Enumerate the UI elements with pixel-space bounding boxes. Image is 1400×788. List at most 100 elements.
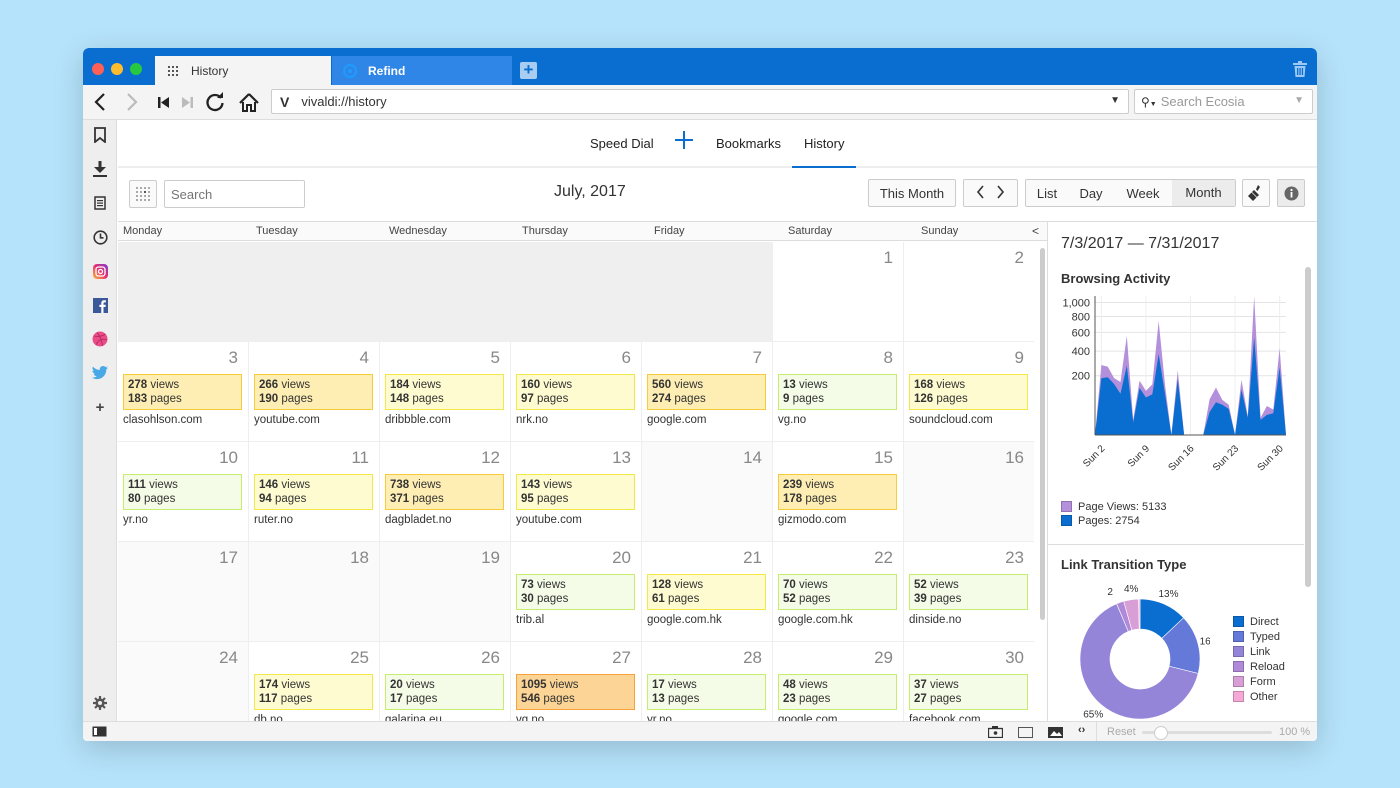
view-list-button[interactable]: List [1026, 186, 1068, 201]
day-summary-card[interactable]: 48 views 23 pages [778, 674, 897, 710]
calendar-day-cell[interactable]: 13 143 views 95 pages youtube.com [511, 442, 642, 542]
top-site-link[interactable]: google.com [778, 714, 837, 721]
top-site-link[interactable]: vg.no [516, 714, 544, 721]
view-day-button[interactable]: Day [1068, 186, 1114, 201]
day-summary-card[interactable]: 239 views 178 pages [778, 474, 897, 510]
top-site-link[interactable]: dinside.no [909, 614, 961, 626]
tab-refind[interactable]: Refind [332, 56, 512, 85]
instagram-icon[interactable] [91, 262, 109, 280]
calendar-day-cell[interactable]: 9 168 views 126 pages soundcloud.com [904, 342, 1034, 442]
history-search-input[interactable] [164, 180, 305, 208]
view-week-button[interactable]: Week [1114, 186, 1172, 201]
nav-bookmarks[interactable]: Bookmarks [716, 136, 781, 151]
top-site-link[interactable]: google.com.hk [778, 614, 853, 626]
calendar-day-cell[interactable]: 19 [380, 542, 511, 642]
tile-window-icon[interactable] [1018, 727, 1033, 741]
nav-speed-dial[interactable]: Speed Dial [590, 136, 654, 151]
url-dropdown-icon[interactable]: ▼ [1110, 95, 1120, 106]
twitter-icon[interactable] [91, 364, 109, 382]
calendar-day-cell[interactable]: 2 [904, 242, 1034, 342]
day-summary-card[interactable]: 146 views 94 pages [254, 474, 373, 510]
top-site-link[interactable]: trib.al [516, 614, 544, 626]
history-icon[interactable] [91, 228, 109, 246]
calendar-day-cell[interactable]: 1 [773, 242, 904, 342]
top-site-link[interactable]: nrk.no [516, 414, 548, 426]
top-site-link[interactable]: clasohlson.com [123, 414, 202, 426]
day-summary-card[interactable]: 278 views 183 pages [123, 374, 242, 410]
top-site-link[interactable]: youtube.com [254, 414, 320, 426]
top-site-link[interactable]: facebook.com [909, 714, 981, 721]
day-summary-card[interactable]: 560 views 274 pages [647, 374, 766, 410]
calendar-day-cell[interactable]: 24 [118, 642, 249, 721]
home-button[interactable] [238, 91, 260, 113]
day-summary-card[interactable]: 37 views 27 pages [909, 674, 1028, 710]
day-summary-card[interactable]: 17 views 13 pages [647, 674, 766, 710]
day-summary-card[interactable]: 70 views 52 pages [778, 574, 897, 610]
close-window-button[interactable] [92, 63, 104, 75]
calendar-day-cell[interactable]: 25 174 views 117 pages db.no [249, 642, 380, 721]
minimize-window-button[interactable] [111, 63, 123, 75]
tab-history[interactable]: History [155, 56, 331, 85]
rewind-button[interactable] [156, 91, 170, 113]
view-month-button[interactable]: Month [1172, 180, 1235, 206]
calendar-day-cell[interactable]: 11 146 views 94 pages ruter.no [249, 442, 380, 542]
zoom-window-button[interactable] [130, 63, 142, 75]
back-button[interactable] [91, 91, 109, 113]
calendar-day-cell[interactable]: 22 70 views 52 pages google.com.hk [773, 542, 904, 642]
calendar-day-cell[interactable]: 20 73 views 30 pages trib.al [511, 542, 642, 642]
calendar-day-cell[interactable]: 8 13 views 9 pages vg.no [773, 342, 904, 442]
top-site-link[interactable]: soundcloud.com [909, 414, 993, 426]
top-site-link[interactable]: vg.no [778, 414, 806, 426]
zoom-slider[interactable] [1142, 726, 1272, 740]
top-site-link[interactable]: galarina.eu [385, 714, 442, 721]
top-site-link[interactable]: yr.no [123, 514, 148, 526]
calendar-day-cell[interactable]: 23 52 views 39 pages dinside.no [904, 542, 1034, 642]
day-summary-card[interactable]: 160 views 97 pages [516, 374, 635, 410]
day-summary-card[interactable]: 1095 views 546 pages [516, 674, 635, 710]
calendar-day-cell[interactable]: 15 239 views 178 pages gizmodo.com [773, 442, 904, 542]
add-speed-dial-icon[interactable] [674, 130, 694, 150]
day-summary-card[interactable]: 111 views 80 pages [123, 474, 242, 510]
top-site-link[interactable]: google.com.hk [647, 614, 722, 626]
calendar-day-cell[interactable]: 18 [249, 542, 380, 642]
calendar-scrollbar[interactable] [1040, 248, 1045, 620]
calendar-day-cell[interactable]: 30 37 views 27 pages facebook.com [904, 642, 1034, 721]
screenshot-camera-icon[interactable] [987, 726, 1004, 741]
facebook-icon[interactable] [91, 296, 109, 314]
clear-history-brush-button[interactable] [1242, 179, 1270, 207]
top-site-link[interactable]: youtube.com [516, 514, 582, 526]
day-summary-card[interactable]: 738 views 371 pages [385, 474, 504, 510]
calendar-day-cell[interactable]: 12 738 views 371 pages dagbladet.no [380, 442, 511, 542]
calendar-day-cell[interactable]: 6 160 views 97 pages nrk.no [511, 342, 642, 442]
settings-gear-icon[interactable] [91, 694, 109, 712]
calendar-day-cell[interactable]: 7 560 views 274 pages google.com [642, 342, 773, 442]
page-actions-icon[interactable]: ‹› [1078, 724, 1085, 736]
fast-forward-button[interactable] [180, 91, 194, 113]
top-site-link[interactable]: dagbladet.no [385, 514, 452, 526]
calendar-day-cell[interactable]: 4 266 views 190 pages youtube.com [249, 342, 380, 442]
day-summary-card[interactable]: 128 views 61 pages [647, 574, 766, 610]
panel-toggle-icon[interactable] [92, 726, 107, 740]
calendar-day-cell[interactable]: 29 48 views 23 pages google.com [773, 642, 904, 721]
day-summary-card[interactable]: 184 views 148 pages [385, 374, 504, 410]
calendar-day-cell[interactable]: 3 278 views 183 pages clasohlson.com [118, 342, 249, 442]
top-site-link[interactable]: ruter.no [254, 514, 293, 526]
top-site-link[interactable]: google.com [647, 414, 706, 426]
day-summary-card[interactable]: 52 views 39 pages [909, 574, 1028, 610]
calendar-day-cell[interactable]: 26 20 views 17 pages galarina.eu [380, 642, 511, 721]
search-engine-icon[interactable]: ⚲▼ [1141, 95, 1157, 109]
zoom-reset-button[interactable]: Reset [1107, 726, 1136, 738]
url-field[interactable]: V vivaldi://history ▼ [271, 89, 1129, 114]
collapse-panel-button[interactable]: < [1032, 224, 1039, 238]
bookmark-icon[interactable] [91, 126, 109, 144]
new-tab-button[interactable]: + [520, 61, 537, 79]
panel-scrollbar[interactable] [1305, 267, 1311, 587]
reload-button[interactable] [204, 91, 226, 113]
calendar-day-cell[interactable]: 5 184 views 148 pages dribbble.com [380, 342, 511, 442]
trash-icon[interactable] [1293, 61, 1307, 82]
search-field[interactable]: ⚲▼ Search Ecosia ▼ [1134, 89, 1313, 114]
dribbble-icon[interactable] [91, 330, 109, 348]
calendar-day-cell[interactable]: 10 111 views 80 pages yr.no [118, 442, 249, 542]
this-month-button[interactable]: This Month [868, 179, 956, 207]
calendar-day-cell[interactable]: 14 [642, 442, 773, 542]
